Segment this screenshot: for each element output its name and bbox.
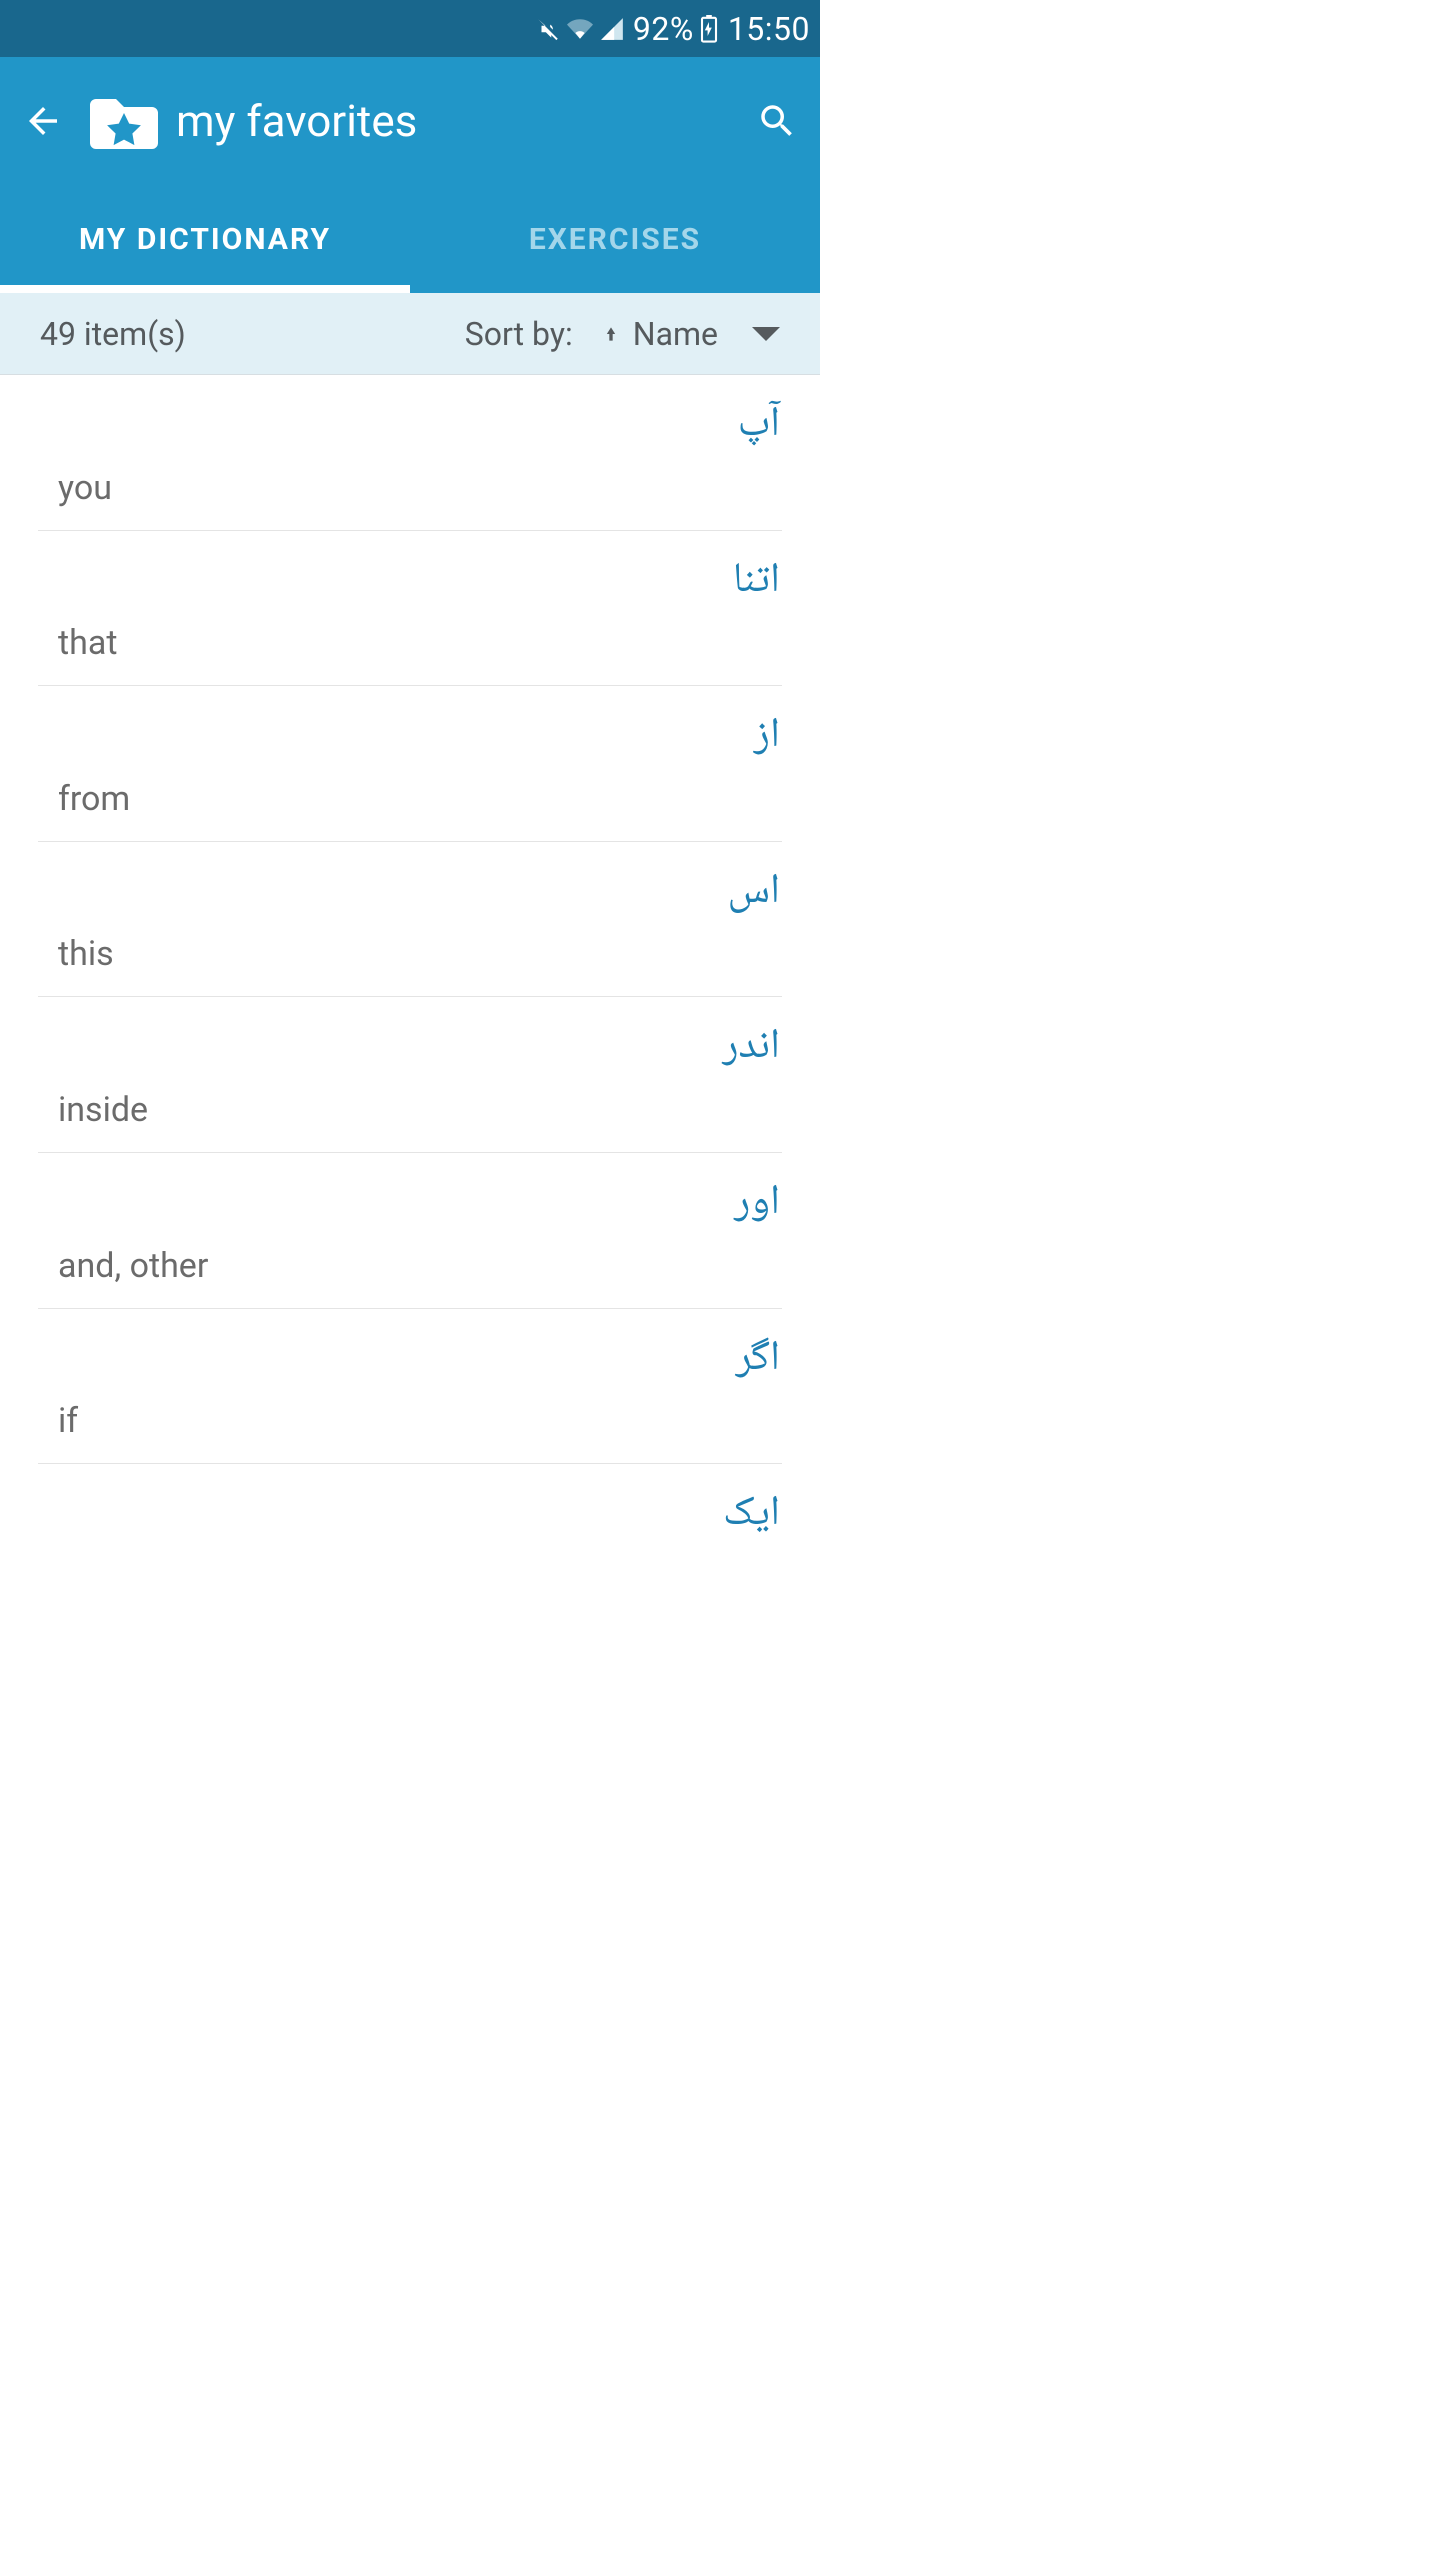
battery-percent: 92%: [633, 10, 694, 48]
page-title: my favorites: [176, 95, 752, 147]
list-item[interactable]: اتنا that: [38, 531, 782, 687]
term: اور: [58, 1177, 780, 1232]
item-count: 49 item(s): [40, 315, 465, 353]
term: اس: [58, 866, 780, 921]
term: اندر: [58, 1021, 780, 1076]
tab-exercises[interactable]: EXERCISES: [410, 185, 820, 293]
tab-my-dictionary[interactable]: MY DICTIONARY: [0, 185, 410, 293]
tabs: MY DICTIONARY EXERCISES: [0, 185, 820, 293]
back-button[interactable]: [18, 96, 68, 146]
sort-field[interactable]: Name: [633, 315, 718, 353]
status-icons: [535, 16, 625, 42]
translation: from: [58, 779, 780, 819]
sort-dropdown-icon[interactable]: [752, 326, 780, 342]
list-item[interactable]: اور and, other: [38, 1153, 782, 1309]
tab-label: MY DICTIONARY: [79, 222, 331, 257]
list-item[interactable]: ایک: [38, 1464, 782, 1569]
translation: if: [58, 1401, 780, 1441]
wifi-icon: [567, 16, 593, 42]
battery-charging-icon: [700, 15, 718, 43]
list-item[interactable]: اس this: [38, 842, 782, 998]
clock: 15:50: [728, 10, 810, 48]
term: اگر: [58, 1333, 780, 1388]
mute-icon: [535, 16, 561, 42]
list-item[interactable]: اگر if: [38, 1309, 782, 1465]
translation: and, other: [58, 1246, 780, 1286]
translation: inside: [58, 1090, 780, 1130]
translation: you: [58, 468, 780, 508]
term: اتنا: [58, 555, 780, 610]
sort-direction-asc-icon[interactable]: [601, 318, 621, 350]
tab-label: EXERCISES: [529, 222, 701, 257]
list-item[interactable]: اندر inside: [38, 997, 782, 1153]
favorites-folder-icon: [90, 93, 158, 149]
sort-by-label: Sort by:: [465, 315, 573, 353]
translation: this: [58, 934, 780, 974]
signal-icon: [599, 16, 625, 42]
app-bar: my favorites: [0, 57, 820, 185]
status-bar: 92% 15:50: [0, 0, 820, 57]
term: از: [58, 710, 780, 765]
list-item[interactable]: آپ you: [38, 375, 782, 531]
sort-bar: 49 item(s) Sort by: Name: [0, 293, 820, 375]
term: ایک: [58, 1488, 780, 1543]
search-button[interactable]: [752, 96, 802, 146]
term: آپ: [58, 399, 780, 454]
favorites-list: آپ you اتنا that از from اس this اندر in…: [0, 375, 820, 1569]
translation: that: [58, 623, 780, 663]
list-item[interactable]: از from: [38, 686, 782, 842]
